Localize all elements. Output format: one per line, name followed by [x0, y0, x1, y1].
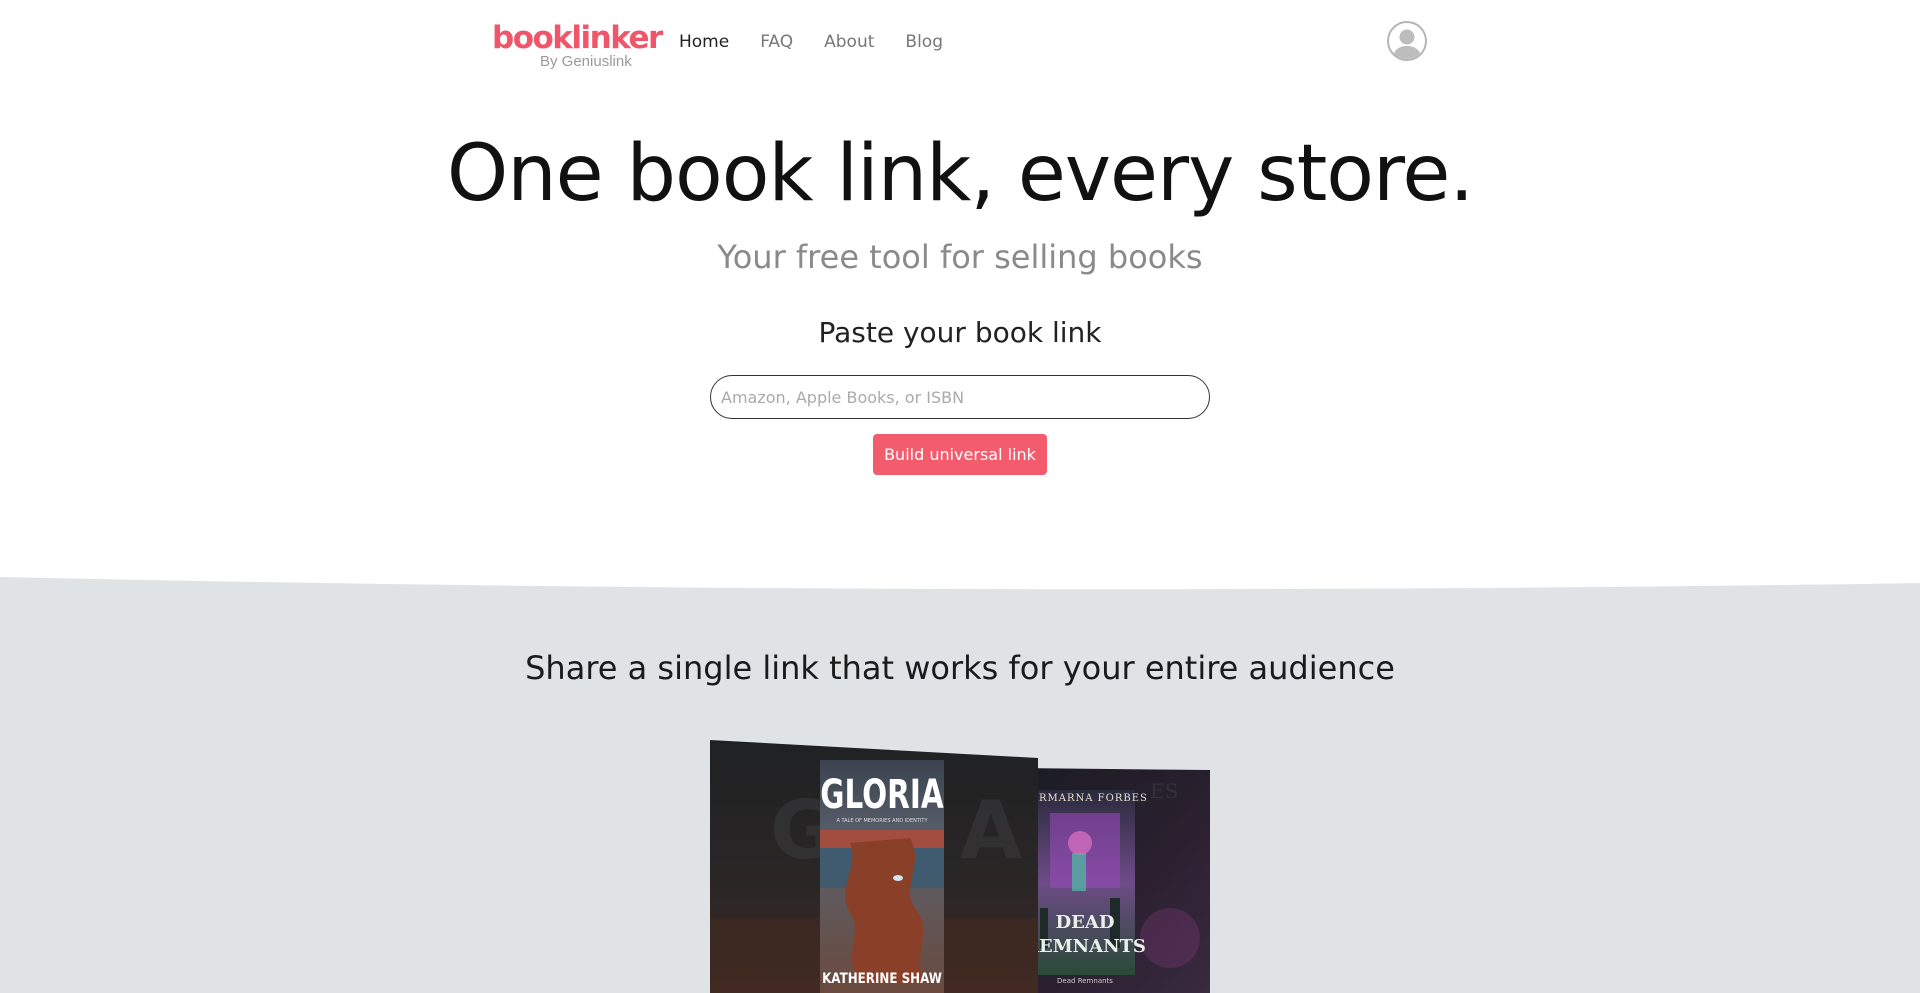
svg-text:GLORIA: GLORIA [820, 771, 944, 818]
nav-home[interactable]: Home [679, 30, 729, 54]
svg-text:KATHERINE SHAW: KATHERINE SHAW [822, 971, 942, 987]
logo-subtitle: By Geniuslink [540, 53, 632, 70]
nav-faq[interactable]: FAQ [760, 30, 793, 54]
user-avatar-icon[interactable] [1387, 21, 1427, 61]
paste-link-label: Paste your book link [818, 316, 1102, 349]
logo-wordmark: booklinker [492, 20, 663, 56]
showcase-title: Share a single link that works for your … [525, 649, 1395, 687]
nav-blog[interactable]: Blog [905, 30, 943, 54]
site-header: booklinker By Geniuslink Home FAQ About … [0, 0, 1920, 84]
svg-text:ES: ES [1150, 779, 1178, 803]
build-universal-link-button[interactable]: Build universal link [873, 434, 1047, 475]
book-showcase: ES CARMARNA FORBES DEAD REMNANTS Dead Re… [710, 738, 1210, 993]
svg-text:CARMARNA FORBES: CARMARNA FORBES [1022, 793, 1148, 804]
svg-text:A TALE OF MEMORIES AND IDENTIT: A TALE OF MEMORIES AND IDENTITY [836, 818, 928, 824]
user-silhouette-icon [1392, 29, 1422, 59]
booklinker-logo[interactable]: booklinker By Geniuslink [492, 20, 663, 72]
svg-text:REMNANTS: REMNANTS [1024, 936, 1146, 957]
book-link-input[interactable] [710, 375, 1210, 419]
hero-title: One book link, every store. [446, 129, 1474, 219]
hero-subtitle: Your free tool for selling books [717, 238, 1203, 276]
book-covers-illustration: ES CARMARNA FORBES DEAD REMNANTS Dead Re… [710, 740, 1210, 993]
main-nav: Home FAQ About Blog [679, 30, 974, 54]
svg-text:Dead Remnants: Dead Remnants [1057, 977, 1113, 985]
svg-text:DEAD: DEAD [1056, 912, 1115, 933]
svg-text:A: A [960, 784, 1022, 877]
nav-about[interactable]: About [824, 30, 874, 54]
